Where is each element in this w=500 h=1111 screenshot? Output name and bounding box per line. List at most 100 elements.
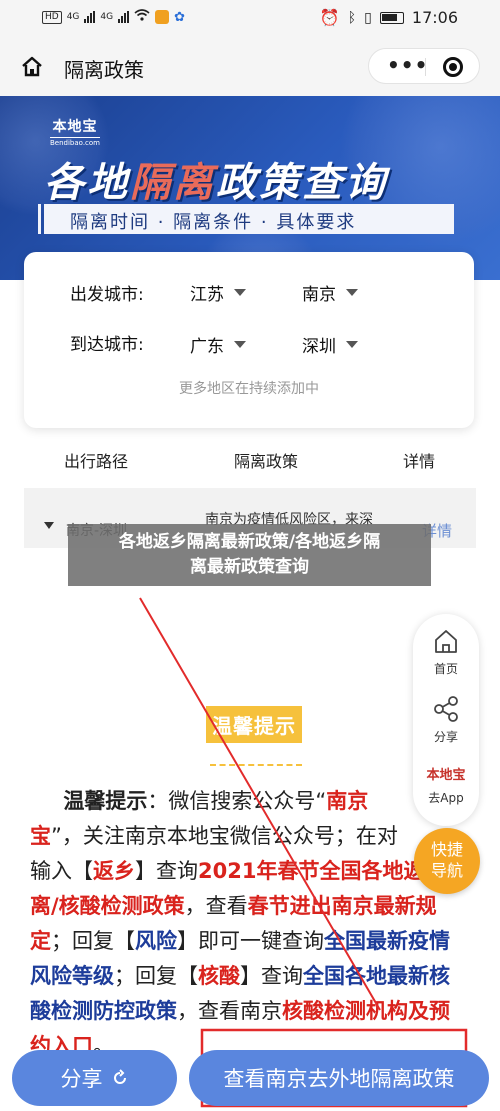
departure-city-dropdown[interactable]: 南京 (302, 280, 358, 305)
notice-highlight: 2021年春节全国各地返 (198, 859, 425, 883)
notice-keyword: 返乡 (93, 859, 135, 883)
notice-text-segment: 】查询 (240, 964, 303, 988)
notice-line-4: 离/核酸检测政策，查看春节进出南京最新规 (30, 889, 480, 924)
arrival-city-value: 深圳 (302, 337, 336, 357)
notice-highlight: 春节进出南京最新规 (247, 894, 437, 918)
page-title: 隔离政策 (64, 58, 144, 82)
notice-line-7: 酸检测防控政策，查看南京核酸检测机构及预 (30, 994, 480, 1029)
status-right: ⏰ ᛒ ▯ 17:06 (320, 8, 458, 27)
notice-line-5: 定；回复【风险】即可一键查询全国最新疫情 (30, 924, 480, 959)
share-refresh-icon (113, 1069, 126, 1084)
notice-highlight: 全国各地最新核 (303, 964, 450, 988)
notice-text-segment: 】即可一键查询 (177, 929, 324, 953)
notice-divider (210, 764, 302, 766)
share-button-label: 分享 (60, 1067, 103, 1091)
chevron-down-icon (346, 289, 358, 296)
hd-badge: HD (42, 10, 62, 24)
notice-highlight: 全国最新疫情 (324, 929, 450, 953)
home-button[interactable] (16, 51, 48, 83)
signal-icon (84, 11, 96, 23)
column-header-detail: 详情 (403, 452, 436, 471)
notice-highlight: 核酸检测机构及预 (282, 999, 450, 1023)
more-regions-note: 更多地区在持续添加中 (179, 381, 319, 397)
more-button[interactable]: ••• (387, 55, 428, 75)
notice-account-end: 宝 (30, 824, 51, 848)
mini-program-capsule: ••• (368, 48, 480, 84)
status-left: HD 4G 4G ✿ (42, 9, 185, 25)
capsule-divider (425, 58, 426, 76)
notice-line-3: 输入【返乡】查询2021年春节全国各地返 (30, 854, 480, 889)
caption-line-2: 离最新政策查询 (190, 557, 309, 577)
arrival-province-value: 广东 (190, 337, 224, 357)
chevron-down-icon (346, 341, 358, 348)
brand-logo: 本地宝 Bendibao.com (50, 116, 101, 147)
quick-nav-fab[interactable]: 快捷 导航 (414, 828, 480, 894)
caption-line-1: 各地返乡隔离最新政策/各地返乡隔 (118, 532, 381, 552)
view-policy-button[interactable]: 查看南京去外地隔离政策 (189, 1050, 489, 1106)
departure-province-value: 江苏 (190, 285, 224, 305)
departure-city-value: 南京 (302, 285, 336, 305)
nav-bar: 隔离政策 ••• (0, 36, 500, 96)
share-button[interactable]: 分享 (12, 1050, 177, 1106)
chevron-down-icon (234, 341, 246, 348)
city-selector-card: 出发城市: 江苏 南京 到达城市: 广东 深圳 更多地区在持续添加中 (24, 252, 474, 428)
bluetooth-icon: ᛒ (347, 9, 357, 26)
notice-text: 温馨提示：微信搜索公众号“南京 宝”，关注南京本地宝微信公众号；在对 输入【返乡… (30, 784, 480, 1064)
brand-logo-en: Bendibao.com (50, 137, 101, 147)
home-icon (435, 630, 457, 653)
vibrate-icon: ▯ (364, 9, 372, 26)
expand-triangle-icon[interactable] (44, 522, 54, 529)
fab-line-1: 快捷 (430, 840, 463, 859)
departure-province-dropdown[interactable]: 江苏 (190, 280, 246, 305)
notice-text-segment: ，查看南京 (177, 999, 282, 1023)
fab-line-2: 导航 (430, 861, 463, 880)
notice-text-segment: ；回复【 (114, 964, 198, 988)
alarm-icon: ⏰ (319, 8, 340, 27)
arrival-province-dropdown[interactable]: 广东 (190, 332, 246, 357)
notice-text-segment: ：微信搜索公众号“ (147, 789, 327, 813)
overlay-caption: 各地返乡隔离最新政策/各地返乡隔 离最新政策查询 (68, 524, 431, 586)
notice-keyword: 核酸 (198, 964, 240, 988)
notification-gear-icon: ✿ (174, 9, 186, 25)
bendibao-logo: 本地宝 (426, 768, 466, 783)
banner-title-highlight: 隔离 (130, 160, 216, 206)
banner-title: 各地隔离政策查询 (44, 150, 388, 208)
signal-icon-2 (118, 11, 130, 23)
notice-highlight: 酸检测防控政策 (30, 999, 177, 1023)
float-share-button[interactable]: 分享 (413, 694, 479, 745)
notice-highlight: 定 (30, 929, 51, 953)
view-policy-label: 查看南京去外地隔离政策 (223, 1067, 455, 1091)
banner-subtitle-strip: 隔离时间 · 隔离条件 · 具体要求 (38, 204, 454, 234)
float-share-label: 分享 (433, 730, 458, 744)
status-time: 17:06 (411, 8, 458, 27)
status-bar: HD 4G 4G ✿ ⏰ ᛒ ▯ 17:06 (0, 0, 500, 36)
home-icon (22, 56, 42, 77)
departure-label: 出发城市: (70, 285, 144, 305)
banner-subtitle: 隔离时间 · 隔离条件 · 具体要求 (70, 212, 357, 233)
close-miniprogram-icon[interactable] (443, 57, 463, 77)
column-header-policy: 隔离政策 (234, 452, 299, 471)
notice-highlight: 离/核酸检测政策 (30, 894, 185, 918)
notice-account: 南京 (326, 789, 369, 813)
arrival-label: 到达城市: (70, 335, 144, 355)
sim2-network: 4G (100, 12, 114, 22)
float-app-button[interactable]: 本地宝 去App (413, 764, 479, 806)
notice-keyword: 风险 (135, 929, 177, 953)
brand-logo-cn: 本地宝 (52, 119, 98, 135)
sim1-network: 4G (66, 12, 80, 22)
notice-text-segment: ”，关注南京本地宝微信公众号；在对 (51, 824, 398, 848)
battery-icon (379, 11, 404, 24)
floating-side-menu: 首页 分享 本地宝 去App (413, 614, 479, 826)
notice-badge: 温馨提示 (206, 706, 302, 743)
notice-label: 温馨提示 (63, 789, 148, 813)
float-home-label: 首页 (433, 662, 458, 676)
notice-line-2: 宝”，关注南京本地宝微信公众号；在对 (30, 819, 480, 854)
arrival-city-dropdown[interactable]: 深圳 (302, 332, 358, 357)
notification-app-icon (155, 10, 170, 24)
column-header-route: 出行路径 (64, 452, 129, 471)
float-home-button[interactable]: 首页 (413, 626, 479, 677)
float-app-label: 去App (428, 791, 464, 805)
banner-title-part2: 政策查询 (216, 160, 388, 206)
wifi-icon (134, 9, 150, 25)
banner-title-part1: 各地 (44, 160, 130, 206)
